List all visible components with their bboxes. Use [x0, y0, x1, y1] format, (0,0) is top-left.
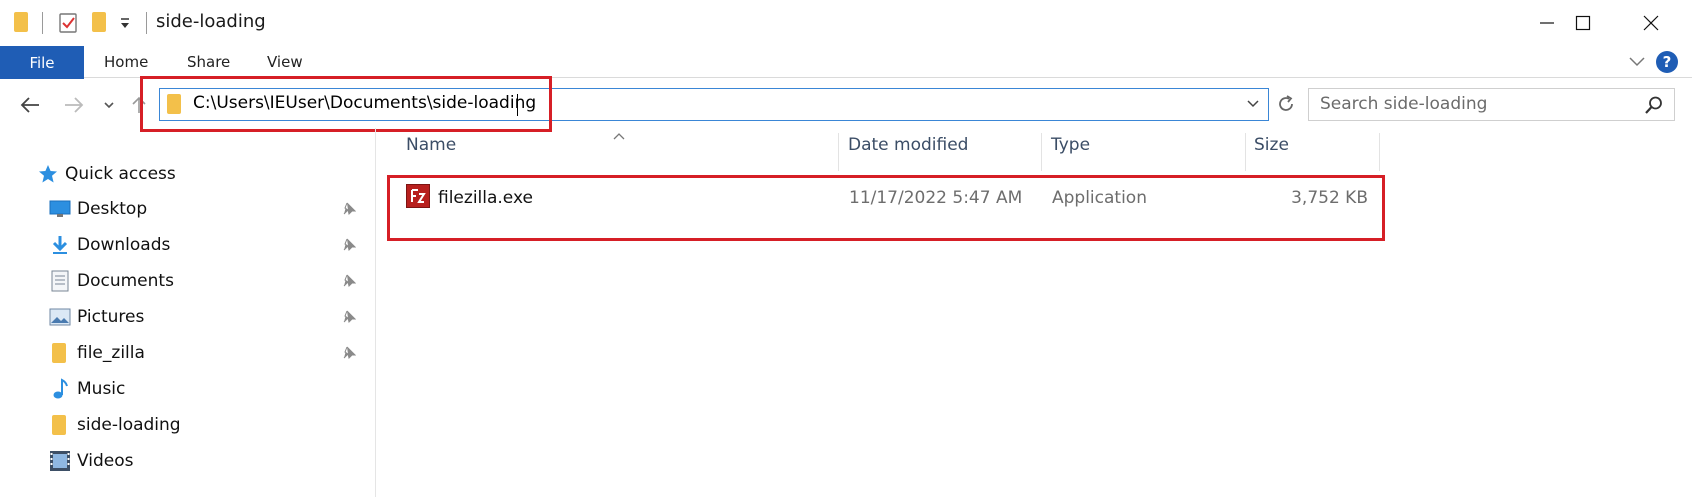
close-icon — [1643, 15, 1659, 31]
maximize-button[interactable] — [1548, 0, 1618, 46]
sidebar-item-music[interactable]: Music — [0, 372, 376, 406]
sidebar-item-label: Music — [77, 379, 126, 399]
toolbar-separator — [146, 12, 147, 34]
column-divider[interactable] — [1245, 133, 1246, 171]
videos-icon — [50, 451, 70, 471]
sidebar-item-label: Documents — [77, 271, 174, 291]
address-highlight-box — [140, 76, 552, 132]
sidebar-item-label: side-loading — [77, 415, 181, 435]
column-divider[interactable] — [1379, 133, 1380, 171]
window-title: side-loading — [156, 11, 266, 32]
forward-button[interactable] — [60, 90, 88, 120]
file-highlight-box — [387, 175, 1385, 241]
sidebar-item-side-loading[interactable]: side-loading — [0, 408, 376, 442]
chevron-down-icon — [104, 102, 114, 109]
sidebar-item-pictures[interactable]: Pictures — [0, 300, 376, 334]
sidebar-item-label: Desktop — [77, 199, 148, 219]
customize-toolbar-dropdown-icon[interactable] — [118, 16, 132, 32]
sidebar-item-file-zilla[interactable]: file_zilla — [0, 336, 376, 370]
ribbon-bar — [0, 46, 1692, 78]
sidebar-item-label: Videos — [77, 451, 134, 471]
folder-icon — [52, 343, 66, 363]
pin-icon[interactable] — [342, 310, 356, 324]
sidebar-item-videos[interactable]: Videos — [0, 444, 376, 478]
address-dropdown-button[interactable] — [1246, 96, 1260, 110]
search-placeholder: Search side-loading — [1320, 94, 1488, 114]
sidebar-item-label: Pictures — [77, 307, 145, 327]
tab-home[interactable]: Home — [104, 53, 148, 71]
sort-indicator-icon — [612, 126, 626, 140]
refresh-icon — [1279, 95, 1293, 111]
sidebar-item-label: file_zilla — [77, 343, 145, 363]
maximize-icon — [1575, 15, 1591, 31]
pin-icon[interactable] — [342, 238, 356, 252]
back-button[interactable] — [16, 90, 44, 120]
documents-icon — [51, 270, 69, 292]
sidebar-item-desktop[interactable]: Desktop — [0, 192, 376, 226]
column-header-date-modified[interactable]: Date modified — [848, 135, 968, 173]
star-icon — [39, 165, 57, 183]
sidebar-item-label: Downloads — [77, 235, 171, 255]
column-header-type[interactable]: Type — [1051, 135, 1090, 173]
arrow-left-icon — [20, 97, 39, 113]
sidebar-item-downloads[interactable]: Downloads — [0, 228, 376, 262]
column-header-name[interactable]: Name — [406, 135, 456, 173]
pin-icon[interactable] — [342, 274, 356, 288]
desktop-icon — [49, 200, 71, 217]
pin-icon[interactable] — [342, 346, 356, 360]
column-divider[interactable] — [1041, 133, 1042, 171]
pin-icon[interactable] — [342, 202, 356, 216]
tab-share[interactable]: Share — [187, 53, 230, 71]
toolbar-separator — [42, 12, 43, 34]
new-folder-icon[interactable] — [92, 12, 106, 32]
help-button[interactable]: ? — [1656, 51, 1678, 73]
search-icon[interactable] — [1644, 95, 1664, 115]
properties-icon[interactable] — [58, 12, 78, 34]
refresh-button[interactable] — [1275, 93, 1297, 115]
quick-access-label: Quick access — [65, 164, 176, 184]
downloads-icon — [52, 236, 68, 254]
chevron-down-icon — [1629, 57, 1645, 67]
pictures-icon — [49, 308, 71, 326]
chevron-down-icon — [1247, 100, 1259, 108]
expand-ribbon-button[interactable] — [1628, 54, 1646, 68]
folder-icon — [14, 12, 28, 32]
music-icon — [53, 378, 68, 399]
close-button[interactable] — [1616, 0, 1686, 46]
column-header-size[interactable]: Size — [1254, 135, 1289, 173]
column-divider[interactable] — [838, 133, 839, 171]
sidebar-item-documents[interactable]: Documents — [0, 264, 376, 298]
folder-icon — [52, 415, 66, 435]
recent-locations-button[interactable] — [100, 90, 118, 120]
quick-access-item[interactable]: Quick access — [0, 157, 376, 191]
arrow-right-icon — [65, 97, 84, 113]
tab-view[interactable]: View — [267, 53, 303, 71]
tab-file[interactable]: File — [0, 46, 84, 79]
